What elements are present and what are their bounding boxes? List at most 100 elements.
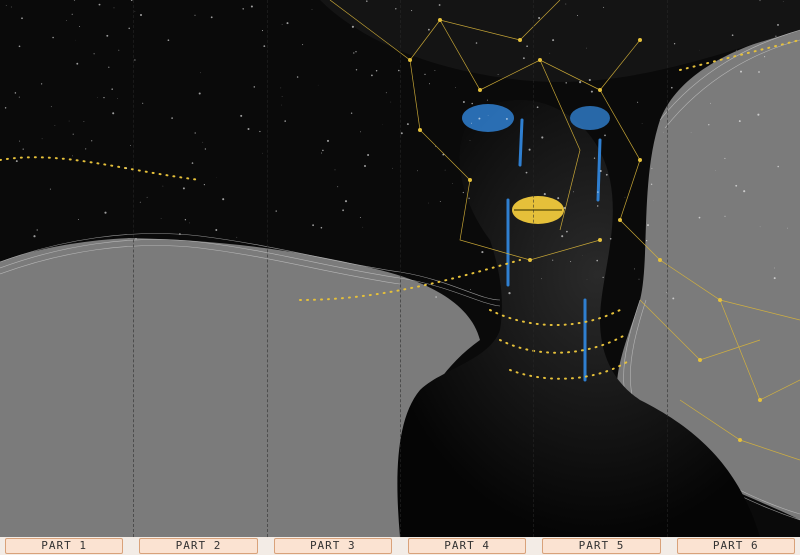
star [406, 123, 409, 126]
part-tab-5[interactable]: PART 5 [542, 538, 661, 554]
star [18, 45, 21, 48]
star [375, 70, 378, 72]
star [111, 88, 113, 90]
star [342, 209, 344, 212]
star [198, 92, 201, 95]
star [543, 193, 546, 196]
star [125, 167, 128, 169]
star [462, 191, 464, 194]
star [179, 233, 181, 235]
star [497, 73, 499, 75]
star [134, 10, 136, 12]
star [566, 230, 568, 233]
star [525, 171, 528, 174]
star [142, 102, 144, 104]
star [77, 219, 79, 220]
star [782, 1, 784, 2]
part-tab-6[interactable]: PART 6 [676, 538, 795, 554]
star [468, 197, 470, 199]
star [428, 83, 431, 85]
star [424, 73, 426, 76]
star [422, 282, 423, 284]
star [715, 170, 716, 171]
star [247, 127, 250, 131]
star [19, 140, 21, 142]
star [371, 74, 373, 77]
star [194, 132, 196, 134]
star [538, 17, 541, 19]
star [731, 34, 734, 37]
star [602, 276, 604, 278]
star [146, 196, 148, 198]
star [395, 8, 397, 10]
star [68, 120, 70, 122]
star [672, 297, 675, 300]
star [650, 183, 653, 185]
star [641, 123, 643, 124]
star [40, 83, 43, 85]
star [541, 136, 544, 139]
star [184, 219, 187, 221]
star [130, 144, 131, 146]
star [698, 64, 700, 66]
part-tab-3[interactable]: PART 3 [273, 538, 392, 554]
star [344, 200, 348, 203]
star [638, 278, 640, 280]
star [275, 210, 277, 212]
star [33, 235, 36, 238]
star [139, 13, 143, 17]
star [215, 229, 218, 231]
star [118, 49, 120, 51]
star [411, 10, 413, 12]
star [647, 224, 649, 227]
star [286, 22, 289, 25]
blue-eye-paint [462, 104, 514, 132]
star [565, 3, 567, 5]
star [563, 206, 566, 210]
star [253, 86, 256, 88]
star [281, 95, 283, 97]
star [561, 235, 564, 238]
star [759, 226, 761, 228]
star [83, 121, 85, 122]
star [758, 71, 760, 73]
star [302, 44, 304, 46]
star [738, 120, 741, 123]
star [85, 148, 87, 150]
star [438, 4, 441, 6]
star [435, 296, 437, 298]
star [128, 27, 130, 30]
star [91, 140, 93, 142]
star [557, 197, 560, 200]
star [139, 201, 141, 203]
star [113, 7, 115, 9]
star [590, 90, 593, 93]
star [236, 236, 238, 238]
star [565, 82, 567, 84]
part-tab-1[interactable]: PART 1 [5, 538, 124, 554]
woman-portrait-artwork [0, 0, 800, 537]
star [428, 28, 430, 31]
star [242, 8, 244, 10]
star [666, 292, 667, 293]
star [526, 45, 528, 48]
star [360, 131, 362, 133]
star [470, 288, 472, 290]
star [740, 70, 742, 73]
star [103, 96, 105, 99]
star [605, 173, 608, 176]
part-tab-2[interactable]: PART 2 [139, 538, 258, 554]
star [98, 3, 101, 6]
star [22, 148, 24, 150]
star [552, 39, 555, 42]
star [603, 6, 605, 8]
star [112, 112, 115, 115]
part-tab-4[interactable]: PART 4 [407, 538, 527, 554]
star [390, 101, 392, 103]
star [320, 226, 323, 229]
star [764, 56, 766, 58]
star [263, 45, 266, 47]
star [428, 202, 429, 204]
star [455, 87, 456, 88]
star [162, 185, 164, 187]
